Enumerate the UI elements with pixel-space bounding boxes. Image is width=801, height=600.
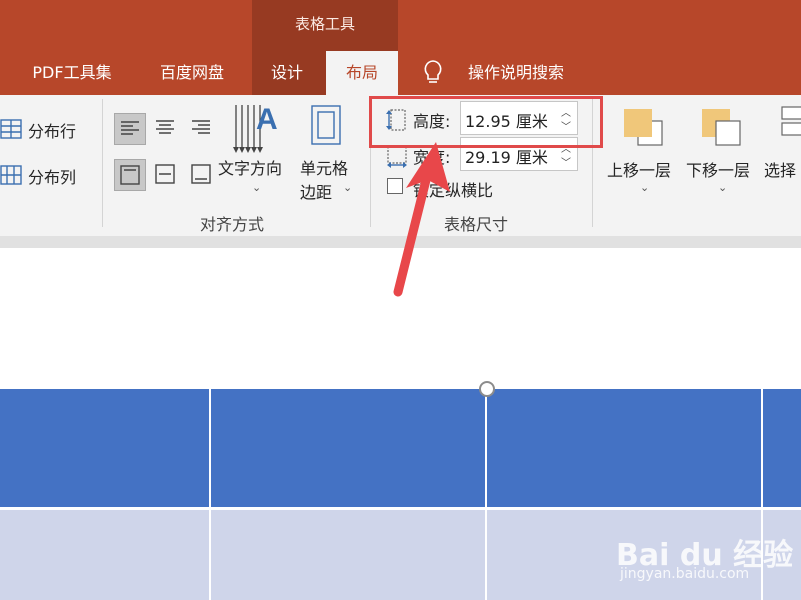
tab-pdf-tools[interactable]: PDF工具集	[14, 51, 130, 95]
chevron-down-icon[interactable]: ⌄	[718, 181, 727, 194]
column-divider	[485, 389, 487, 600]
bring-forward-button[interactable]: 上移一层	[607, 157, 671, 181]
tell-me-search[interactable]: 操作说明搜索	[456, 51, 576, 95]
chevron-down-icon[interactable]: ⌄	[343, 181, 352, 194]
align-bottom-icon[interactable]	[186, 159, 218, 191]
align-top-icon[interactable]	[114, 159, 146, 191]
tab-layout[interactable]: 布局	[326, 51, 398, 95]
tab-baidu-netdisk[interactable]: 百度网盘	[144, 51, 240, 95]
selection-pane-button[interactable]: 选择	[764, 157, 796, 181]
send-backward-icon[interactable]	[700, 107, 742, 149]
distribute-rows-icon[interactable]	[0, 118, 24, 140]
resize-handle[interactable]	[479, 381, 495, 397]
svg-text:A: A	[256, 103, 278, 136]
align-center-icon[interactable]	[150, 113, 182, 145]
distribute-rows-button[interactable]: 分布行	[28, 118, 76, 142]
spin-down-icon[interactable]: ﹀	[561, 154, 571, 169]
cell-margins-label-1[interactable]: 单元格	[300, 155, 348, 179]
annotation-arrow	[393, 142, 450, 297]
column-divider	[209, 389, 211, 600]
distribute-cols-button[interactable]: 分布列	[28, 164, 76, 188]
lightbulb-icon[interactable]	[420, 58, 446, 88]
chevron-down-icon[interactable]: ⌄	[252, 181, 261, 194]
group-separator	[102, 99, 103, 227]
align-left-icon[interactable]	[114, 113, 146, 145]
cell-margins-icon[interactable]	[308, 103, 344, 147]
title-bar	[0, 0, 801, 51]
send-backward-button[interactable]: 下移一层	[686, 157, 750, 181]
distribute-cols-icon[interactable]	[0, 164, 24, 186]
tab-design[interactable]: 设计	[254, 51, 320, 95]
table-header-row[interactable]	[0, 389, 801, 507]
chevron-down-icon[interactable]: ⌄	[640, 181, 649, 194]
group-label-alignment: 对齐方式	[200, 215, 265, 234]
text-direction-button[interactable]: 文字方向	[218, 155, 282, 179]
table-tools-context-label: 表格工具	[252, 0, 398, 51]
watermark-url: jingyan.baidu.com	[620, 566, 750, 582]
selection-pane-icon[interactable]	[778, 105, 801, 147]
align-right-icon[interactable]	[186, 113, 218, 145]
align-middle-icon[interactable]	[150, 159, 182, 191]
bring-forward-icon[interactable]	[622, 107, 664, 149]
cell-margins-label-2[interactable]: 边距	[300, 179, 332, 203]
text-direction-icon[interactable]: A	[230, 101, 280, 157]
